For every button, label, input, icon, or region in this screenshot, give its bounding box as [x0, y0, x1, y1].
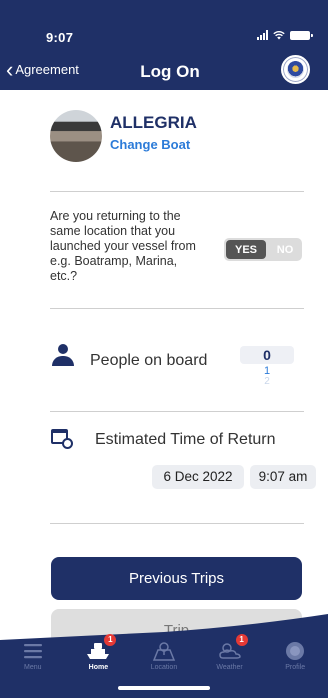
- tab-list: Menu 1 Home Location 1 Weather Profile: [0, 634, 328, 690]
- club-logo[interactable]: [281, 55, 310, 84]
- boat-icon: 1: [85, 634, 117, 662]
- home-badge: 1: [104, 634, 117, 646]
- signal-icon: [257, 30, 268, 40]
- page-title: Log On: [140, 62, 200, 81]
- tab-label: Profile: [285, 664, 306, 671]
- change-boat-link[interactable]: Change Boat: [110, 137, 190, 152]
- previous-trips-button[interactable]: Previous Trips: [51, 557, 302, 600]
- divider: [50, 411, 304, 412]
- return-question: Are you returning to the same location t…: [50, 209, 196, 283]
- tab-label: Menu: [24, 664, 42, 671]
- tab-profile[interactable]: Profile: [262, 640, 328, 690]
- weather-icon: 1: [217, 634, 248, 662]
- people-count-picker[interactable]: 0 1 2: [240, 346, 294, 404]
- toggle-yes[interactable]: YES: [226, 240, 266, 259]
- divider: [50, 308, 304, 309]
- people-on-board-label: People on board: [90, 352, 208, 369]
- logo-emblem-icon: [287, 61, 304, 78]
- boat-photo: [50, 110, 102, 162]
- weather-badge: 1: [235, 634, 248, 646]
- status-time: 9:07: [46, 30, 74, 45]
- status-icons: [257, 30, 313, 40]
- tab-label: Location: [150, 664, 178, 671]
- tab-weather[interactable]: 1 Weather: [197, 634, 263, 690]
- people-count-option[interactable]: 2: [240, 376, 294, 387]
- tab-label: Weather: [216, 664, 243, 671]
- bottom-tab-bar: Menu 1 Home Location 1 Weather Profile: [0, 612, 328, 698]
- tab-home[interactable]: 1 Home: [66, 634, 132, 690]
- top-header: 9:07 ‹ Agreement Log On: [0, 0, 328, 90]
- phone-screen: 9:07 ‹ Agreement Log On ALLEGRIA Change …: [0, 0, 328, 698]
- menu-icon: [23, 644, 42, 659]
- map-icon: [152, 642, 176, 661]
- boat-section: ALLEGRIA Change Boat: [50, 110, 328, 180]
- people-count-selected[interactable]: 0: [240, 346, 294, 364]
- tab-label: Home: [88, 664, 109, 671]
- toggle-no[interactable]: NO: [268, 238, 302, 261]
- eta-date-field[interactable]: 6 Dec 2022: [152, 465, 244, 489]
- home-indicator: [118, 686, 210, 690]
- battery-icon: [290, 30, 313, 40]
- person-icon: [52, 344, 74, 366]
- divider: [50, 191, 304, 192]
- return-toggle[interactable]: YES NO: [224, 238, 302, 261]
- eta-time-field[interactable]: 9:07 am: [250, 465, 316, 489]
- eta-label: Estimated Time of Return: [95, 431, 276, 448]
- wifi-icon: [273, 30, 285, 40]
- profile-icon: [286, 642, 305, 660]
- tab-location[interactable]: Location: [131, 640, 197, 690]
- tab-menu[interactable]: Menu: [0, 640, 66, 690]
- boat-name: ALLEGRIA: [110, 113, 197, 132]
- divider: [50, 523, 304, 524]
- calendar-clock-icon: [51, 427, 73, 449]
